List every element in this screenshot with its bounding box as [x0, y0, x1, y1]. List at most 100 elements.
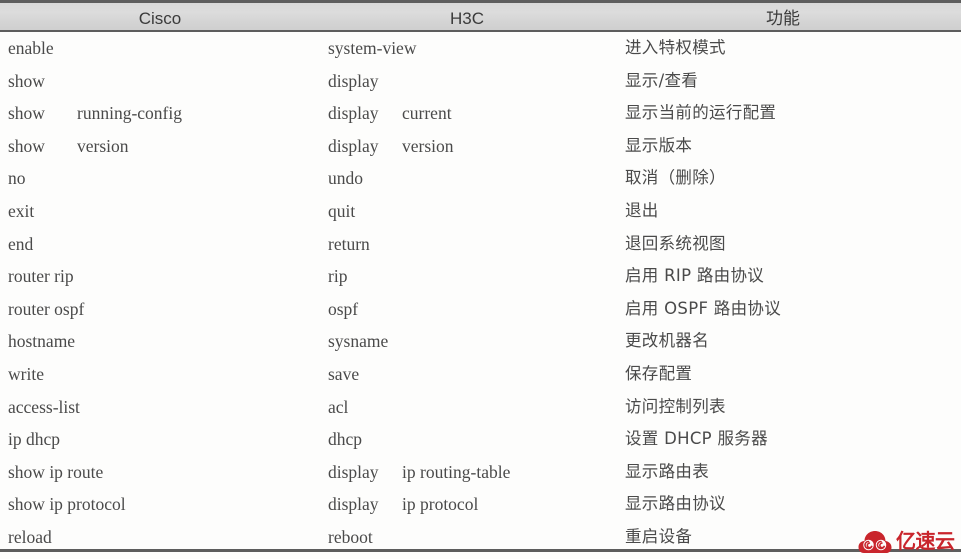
- h3c-command-word1: display: [328, 103, 379, 124]
- h3c-command: rip: [328, 262, 402, 290]
- watermark-text: 亿速云: [896, 528, 955, 553]
- h3c-command: display: [328, 67, 402, 95]
- table-row: no undo 取消（删除）: [0, 164, 961, 197]
- h3c-command-word1: return: [328, 233, 370, 254]
- table-row: hostname sysname 更改机器名: [0, 327, 961, 360]
- cisco-command: show ip route: [8, 458, 103, 486]
- document-page: Cisco H3C 功能 enable system-view 进入特权模式 show…: [0, 0, 961, 559]
- cisco-command-word1: router rip: [8, 266, 74, 287]
- cisco-command: access-list: [8, 393, 80, 421]
- function-description: 重启设备: [625, 526, 693, 546]
- h3c-command: dhcp: [328, 425, 402, 453]
- table-row: exit quit 退出: [0, 197, 961, 230]
- function-description: 启用 OSPF 路由协议: [625, 298, 781, 318]
- cisco-command-word1: write: [8, 363, 44, 384]
- cisco-command-word1: no: [8, 168, 26, 189]
- cisco-command: router ospf: [8, 295, 84, 323]
- function-description: 显示路由协议: [625, 494, 726, 514]
- cisco-command: hostname: [8, 327, 77, 355]
- h3c-command: display ip protocol: [328, 490, 478, 518]
- cisco-command-word2: version: [77, 135, 129, 156]
- function-description: 保存配置: [625, 363, 693, 383]
- cloud-swirl-icon: [858, 530, 892, 553]
- cisco-command-word2: running-config: [77, 103, 182, 124]
- h3c-command: sysname: [328, 327, 402, 355]
- h3c-command: display current: [328, 99, 452, 127]
- cisco-command-word1: access-list: [8, 396, 80, 417]
- cisco-command-word1: router ospf: [8, 298, 85, 319]
- h3c-command-word2: ip routing-table: [402, 461, 511, 482]
- table-row: show version display version 显示版本: [0, 132, 961, 165]
- table-row: show ip route display ip routing-table 显示路由…: [0, 458, 961, 491]
- cisco-command: enable: [8, 34, 77, 62]
- h3c-command: undo: [328, 164, 402, 192]
- function-description: 显示版本: [625, 135, 693, 155]
- h3c-command: ospf: [328, 295, 402, 323]
- cisco-command-word1: show: [8, 135, 45, 156]
- h3c-command: display version: [328, 132, 454, 160]
- cisco-command: end: [8, 230, 77, 258]
- h3c-command-word2: ip protocol: [402, 494, 479, 515]
- cisco-command: show running-config: [8, 99, 182, 127]
- cisco-command: router rip: [8, 262, 77, 290]
- h3c-command-word1: dhcp: [328, 429, 363, 450]
- watermark-logo: 亿速云: [858, 524, 961, 557]
- function-description: 取消（删除）: [625, 168, 726, 188]
- cisco-command: show version: [8, 132, 129, 160]
- h3c-command: save: [328, 360, 402, 388]
- function-description: 显示路由表: [625, 461, 709, 481]
- table-row: ip dhcp dhcp 设置 DHCP 服务器: [0, 425, 961, 458]
- table-bottom-rule: [0, 549, 961, 552]
- h3c-command-word1: save: [328, 363, 360, 384]
- cisco-command: ip dhcp: [8, 425, 77, 453]
- h3c-command-word1: acl: [328, 396, 349, 417]
- function-description: 显示当前的运行配置: [625, 103, 777, 123]
- cisco-command-word1: show ip route: [8, 461, 104, 482]
- cisco-command: reload: [8, 523, 77, 551]
- function-description: 退回系统视图: [625, 233, 726, 253]
- cisco-command: show: [8, 67, 77, 95]
- table-header-row: Cisco H3C 功能: [0, 0, 961, 32]
- h3c-command-word1: quit: [328, 200, 356, 221]
- h3c-command: display ip routing-table: [328, 458, 510, 486]
- h3c-command-word1: undo: [328, 168, 363, 189]
- table-body: enable system-view 进入特权模式 show display 显示/查看 s…: [0, 34, 961, 556]
- h3c-command: system-view: [328, 34, 416, 62]
- function-description: 启用 RIP 路由协议: [625, 266, 765, 286]
- h3c-command-word1: system-view: [328, 38, 417, 58]
- h3c-command-word1: display: [328, 461, 379, 482]
- table-row: enable system-view 进入特权模式: [0, 34, 961, 67]
- h3c-command-word1: sysname: [328, 331, 389, 352]
- table-row: end return 退回系统视图: [0, 230, 961, 263]
- table-row: show running-config display current 显示当前的运行配…: [0, 99, 961, 132]
- h3c-command: acl: [328, 393, 402, 421]
- column-header-cisco: Cisco: [138, 9, 182, 28]
- h3c-command-word1: rip: [328, 266, 348, 287]
- cisco-command-word1: end: [8, 233, 34, 254]
- h3c-command: quit: [328, 197, 402, 225]
- cisco-command-word1: exit: [8, 200, 35, 221]
- h3c-command: return: [328, 230, 402, 258]
- cisco-command: exit: [8, 197, 77, 225]
- h3c-command-word2: current: [402, 103, 452, 124]
- h3c-command-word2: version: [402, 135, 454, 156]
- table-row: show ip protocol display ip protocol 显示路由协议: [0, 490, 961, 523]
- cisco-command: show ip protocol: [8, 490, 126, 518]
- cisco-command-word1: ip dhcp: [8, 429, 61, 450]
- function-description: 退出: [625, 200, 659, 220]
- h3c-command-word1: ospf: [328, 298, 359, 319]
- h3c-command-word1: display: [328, 70, 379, 91]
- function-description: 访问控制列表: [625, 396, 726, 416]
- cisco-command-word1: show: [8, 103, 45, 124]
- cisco-command: write: [8, 360, 77, 388]
- cisco-command: no: [8, 164, 77, 192]
- h3c-command-word1: reboot: [328, 526, 373, 547]
- h3c-command-word1: display: [328, 494, 379, 515]
- cisco-command-word1: show: [8, 70, 45, 91]
- table-row: access-list acl 访问控制列表: [0, 393, 961, 426]
- function-description: 更改机器名: [625, 331, 709, 351]
- table-row: router ospf ospf 启用 OSPF 路由协议: [0, 295, 961, 328]
- function-description: 设置 DHCP 服务器: [625, 429, 768, 449]
- function-description: 显示/查看: [625, 70, 699, 90]
- cisco-command-word1: show ip protocol: [8, 494, 126, 515]
